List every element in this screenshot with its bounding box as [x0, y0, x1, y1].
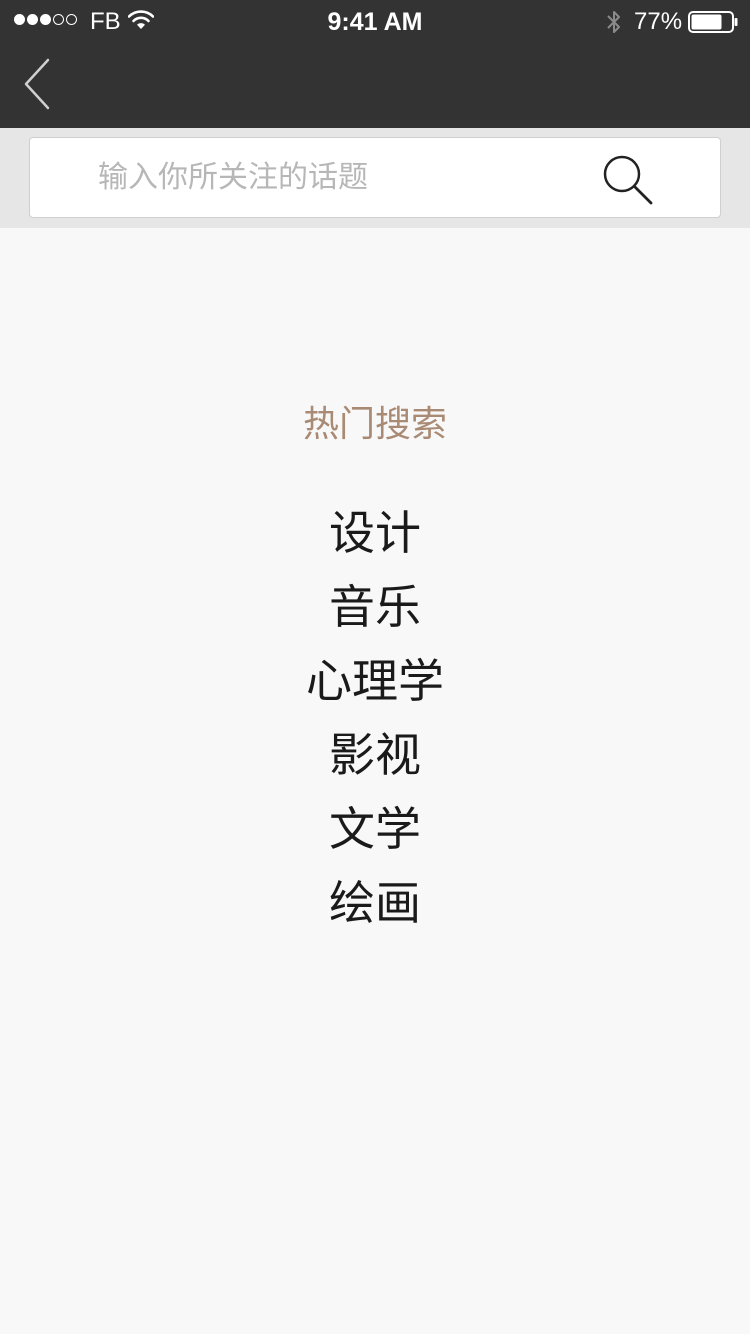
hot-search-item[interactable]: 心理学 [0, 644, 750, 718]
hot-search-item[interactable]: 设计 [0, 496, 750, 570]
hot-search-title: 热门搜索 [302, 404, 447, 445]
search-icon[interactable] [600, 152, 656, 208]
chevron-left-icon [24, 58, 50, 110]
battery-percentage: 77% [634, 8, 683, 35]
battery-icon [688, 11, 738, 33]
search-bar-container [0, 128, 750, 228]
bluetooth-icon [607, 11, 620, 33]
top-bar: FB 9:41 AM 77% [0, 0, 750, 128]
search-input[interactable] [98, 138, 598, 217]
hot-search-item[interactable]: 绘画 [0, 866, 750, 940]
hot-search-item[interactable]: 音乐 [0, 570, 750, 644]
hot-search-item[interactable]: 文学 [0, 792, 750, 866]
back-button[interactable] [14, 52, 64, 122]
search-box [29, 137, 721, 218]
hot-search-item[interactable]: 影视 [0, 718, 750, 792]
status-bar: FB 9:41 AM 77% [0, 0, 750, 42]
hot-search-section: 热门搜索 设计 音乐 心理学 影视 文学 绘画 [0, 400, 750, 940]
hot-search-list: 设计 音乐 心理学 影视 文学 绘画 [0, 496, 750, 940]
